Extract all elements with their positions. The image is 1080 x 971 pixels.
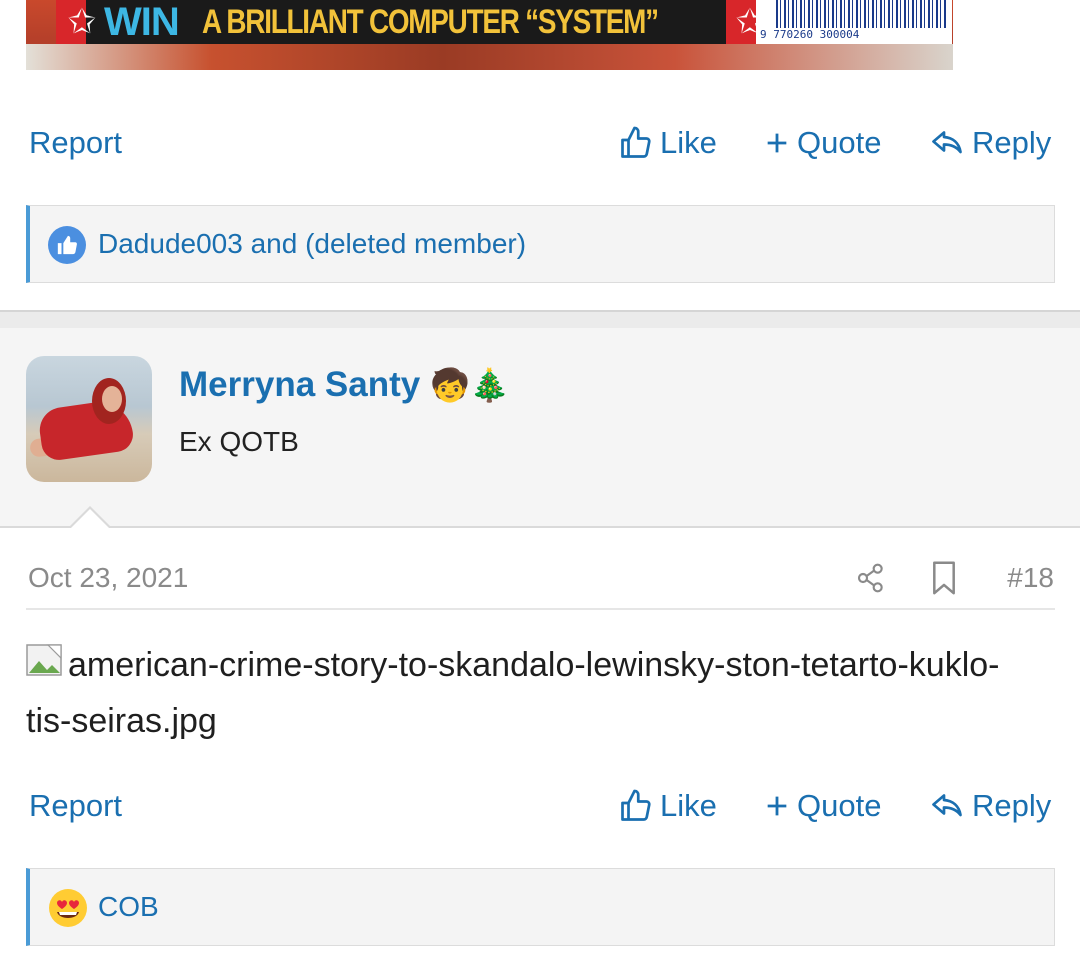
reactions-list-link[interactable]: Dadude003 and (deleted member) bbox=[98, 206, 526, 282]
reply-label: Reply bbox=[972, 788, 1052, 823]
report-link[interactable]: Report bbox=[29, 123, 122, 163]
quote-label: Quote bbox=[797, 788, 882, 823]
user-title: Ex QOTB bbox=[179, 426, 299, 457]
barcode-bars bbox=[776, 0, 946, 28]
user-emoji-icon: 🧒🎄 bbox=[429, 366, 510, 404]
like-button[interactable]: Like bbox=[618, 786, 717, 826]
thumbs-up-icon bbox=[621, 126, 651, 158]
image-alt-text[interactable]: american-crime-story-to-skandalo-lewinsk… bbox=[26, 646, 999, 740]
reply-arrow-icon bbox=[932, 131, 962, 154]
reactions-bar: Dadude003 and (deleted member) bbox=[26, 205, 1055, 283]
barcode-number: 9 770260 300004 bbox=[760, 28, 860, 41]
post-separator bbox=[0, 310, 1080, 328]
post-user-header: Merryna Santy 🧒🎄 Ex QOTB bbox=[0, 328, 1080, 528]
banner-lower-photo bbox=[26, 44, 953, 70]
quote-label: Quote bbox=[797, 125, 882, 160]
like-badge-icon bbox=[48, 226, 86, 264]
username-text: Merryna Santy bbox=[179, 365, 421, 404]
broken-image-icon bbox=[26, 641, 66, 677]
reply-arrow-icon bbox=[932, 794, 962, 817]
like-label: Like bbox=[660, 788, 717, 823]
share-icon[interactable] bbox=[855, 561, 887, 600]
star-icon: ✩ bbox=[67, 3, 97, 41]
post-actions: Report Like Quote Reply bbox=[0, 786, 1080, 826]
reactions-list-link[interactable]: COB bbox=[98, 869, 159, 945]
like-button[interactable]: Like bbox=[618, 123, 717, 163]
bookmark-icon[interactable] bbox=[930, 560, 958, 601]
reply-button[interactable]: Reply bbox=[928, 786, 1051, 826]
quote-button[interactable]: Quote bbox=[763, 786, 881, 826]
banner-win-text: WIN bbox=[104, 0, 180, 44]
like-label: Like bbox=[660, 125, 717, 160]
plus-icon bbox=[767, 133, 787, 153]
thumbs-up-icon bbox=[621, 789, 651, 821]
quote-button[interactable]: Quote bbox=[763, 123, 881, 163]
reactions-bar: COB bbox=[26, 868, 1055, 946]
reply-label: Reply bbox=[972, 125, 1052, 160]
reply-button[interactable]: Reply bbox=[928, 123, 1051, 163]
heart-eyes-emoji-icon bbox=[48, 888, 88, 928]
report-link[interactable]: Report bbox=[29, 786, 122, 826]
post-actions: Report Like Quote Reply bbox=[0, 123, 1080, 163]
banner-tagline: A BRILLIANT COMPUTER “SYSTEM” bbox=[202, 3, 659, 41]
magazine-banner-image: ✩ WIN A BRILLIANT COMPUTER “SYSTEM” ✩ 9 … bbox=[26, 0, 953, 70]
username-link[interactable]: Merryna Santy 🧒🎄 bbox=[179, 360, 510, 410]
meta-divider bbox=[26, 608, 1055, 610]
avatar[interactable] bbox=[26, 356, 152, 482]
barcode: 9 770260 300004 bbox=[756, 0, 952, 44]
post-number-link[interactable]: #18 bbox=[1007, 560, 1054, 596]
post-date-link[interactable]: Oct 23, 2021 bbox=[28, 560, 188, 596]
plus-icon bbox=[767, 796, 787, 816]
post-body: american-crime-story-to-skandalo-lewinsk… bbox=[26, 637, 1026, 749]
